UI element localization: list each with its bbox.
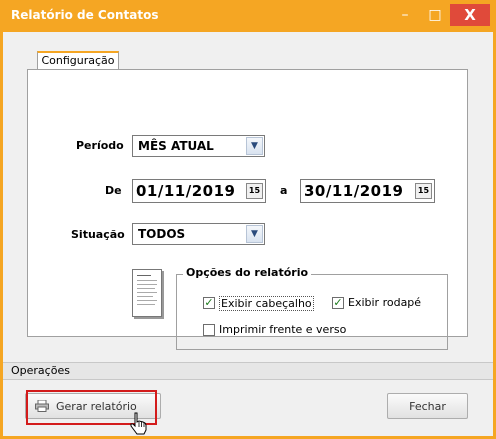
date-from-field[interactable]: 01/11/2019 15 bbox=[132, 179, 266, 203]
title-bar[interactable]: Relatório de Contatos – □ X bbox=[0, 0, 496, 32]
config-panel: Período MÊS ATUAL ▼ De 01/11/2019 15 a 3… bbox=[27, 69, 468, 350]
report-options-title: Opções do relatório bbox=[183, 266, 312, 279]
date-from-value: 01/11/2019 bbox=[136, 182, 236, 200]
hand-cursor-icon bbox=[130, 412, 147, 435]
exibir-cabecalho-checkbox[interactable]: ✓ bbox=[203, 297, 215, 309]
situacao-select[interactable]: TODOS ▼ bbox=[132, 223, 265, 245]
date-to-field[interactable]: 30/11/2019 15 bbox=[300, 179, 435, 203]
exibir-rodape-checkbox[interactable]: ✓ bbox=[332, 297, 344, 309]
date-separator: a bbox=[280, 184, 288, 197]
document-icon bbox=[132, 269, 162, 317]
maximize-icon[interactable]: □ bbox=[418, 4, 452, 26]
window-title: Relatório de Contatos bbox=[11, 8, 159, 22]
close-window-button[interactable]: X bbox=[450, 4, 490, 26]
date-to-value: 30/11/2019 bbox=[304, 182, 404, 200]
calendar-icon[interactable]: 15 bbox=[246, 183, 263, 199]
periodo-label: Período bbox=[76, 139, 124, 152]
exibir-rodape-label[interactable]: Exibir rodapé bbox=[348, 296, 421, 309]
de-label: De bbox=[105, 184, 122, 197]
window-content: Configuração Período MÊS ATUAL ▼ De 01/1… bbox=[3, 32, 493, 436]
situacao-label: Situação bbox=[71, 228, 125, 241]
report-options-group: Opções do relatório ✓ Exibir cabeçalho ✓… bbox=[176, 266, 448, 350]
chevron-down-icon[interactable]: ▼ bbox=[246, 225, 263, 243]
imprimir-frente-verso-label[interactable]: Imprimir frente e verso bbox=[219, 323, 346, 336]
close-button[interactable]: Fechar bbox=[387, 393, 468, 419]
chevron-down-icon[interactable]: ▼ bbox=[246, 137, 263, 155]
tab-configuracao[interactable]: Configuração bbox=[37, 51, 119, 70]
close-button-label: Fechar bbox=[409, 400, 446, 413]
periodo-select[interactable]: MÊS ATUAL ▼ bbox=[132, 135, 265, 157]
report-window: Relatório de Contatos – □ X Configuração… bbox=[0, 0, 496, 439]
periodo-value: MÊS ATUAL bbox=[138, 139, 214, 153]
operations-header: Operações bbox=[3, 362, 493, 380]
calendar-icon[interactable]: 15 bbox=[415, 183, 432, 199]
exibir-cabecalho-label[interactable]: Exibir cabeçalho bbox=[219, 296, 314, 311]
minimize-icon[interactable]: – bbox=[388, 4, 422, 26]
situacao-value: TODOS bbox=[138, 227, 186, 241]
imprimir-frente-verso-checkbox[interactable] bbox=[203, 324, 215, 336]
